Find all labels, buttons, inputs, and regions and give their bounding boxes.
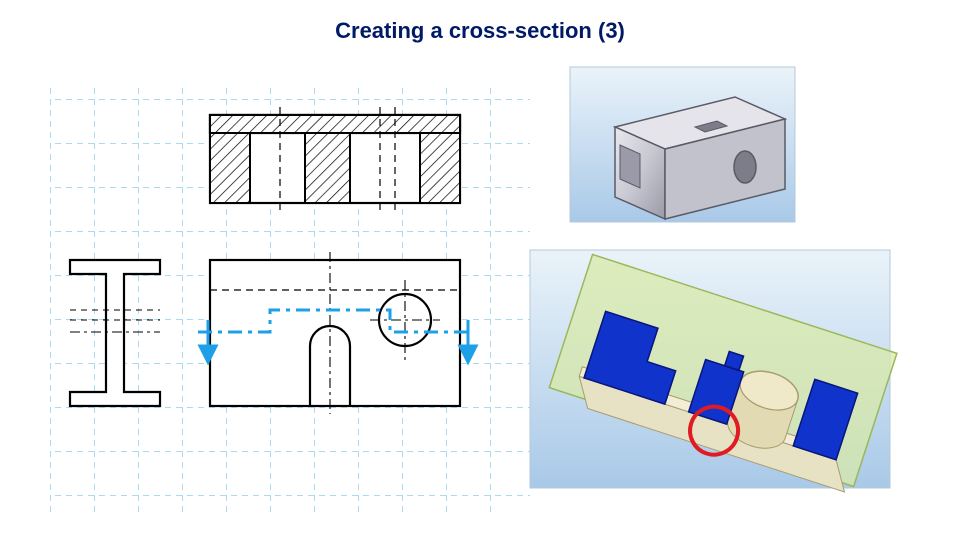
section-render-panel: [530, 250, 897, 500]
diagram-canvas: [50, 55, 910, 525]
iso-render-panel: [570, 67, 795, 222]
page-title: Creating a cross-section (3): [0, 18, 960, 44]
top-section-view: [210, 107, 460, 211]
front-view: [198, 252, 472, 414]
